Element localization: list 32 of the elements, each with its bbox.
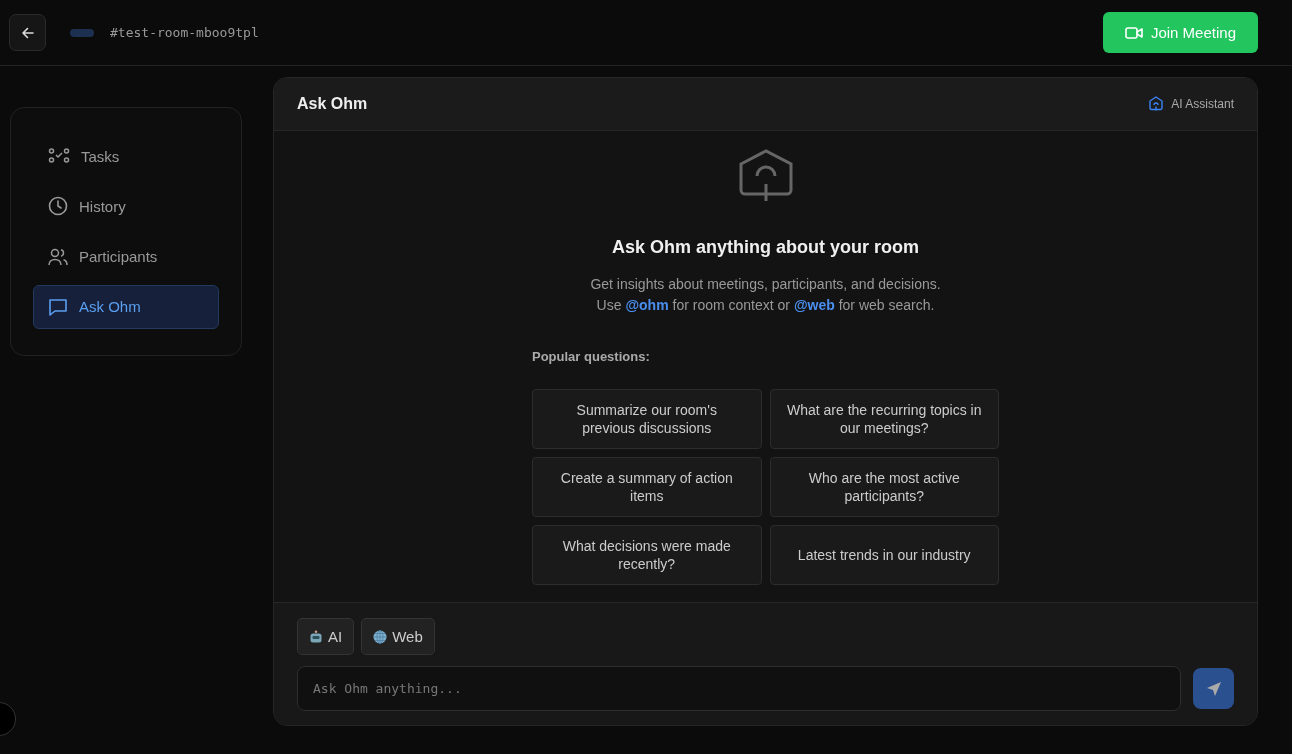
send-button[interactable] <box>1193 668 1234 709</box>
suggested-question[interactable]: What decisions were made recently? <box>532 525 762 585</box>
room-name: #test-room-mboo9tpl <box>110 25 259 40</box>
description-text: Get insights about meetings, participants, and decisions. <box>590 276 941 292</box>
back-button[interactable] <box>9 14 46 51</box>
sidebar-item[interactable]: Tasks <box>33 134 219 179</box>
panel-title: Ask Ohm <box>297 95 369 113</box>
sidebar-item[interactable]: Ask Ohm <box>33 284 219 329</box>
mode-chip[interactable]: AI <box>297 618 355 655</box>
suggested-question[interactable]: Latest trends in our industry <box>769 525 999 585</box>
video-camera-icon <box>1124 25 1143 40</box>
sidebar-item[interactable]: History <box>33 184 219 229</box>
chat-icon <box>48 296 68 317</box>
suggested-question[interactable]: Summarize our room's previous discussions <box>532 389 762 449</box>
suggested-question[interactable]: Who are the most active participants? <box>769 457 999 517</box>
empty-state-heading: Ask Ohm anything about your room <box>612 237 919 258</box>
sidebar-item[interactable]: Participants <box>33 234 219 279</box>
popular-questions-label: Popular questions: <box>532 349 650 364</box>
mode-chip[interactable]: Web <box>361 618 435 655</box>
clock-icon <box>48 196 68 217</box>
status-pill <box>70 28 94 37</box>
robot-icon <box>309 629 323 644</box>
assistant-label: AI Assistant <box>1171 97 1234 111</box>
message-input[interactable]: Ask Ohm anything... <box>297 666 1181 711</box>
send-icon <box>1205 680 1222 697</box>
suggested-question[interactable]: Create a summary of action items <box>532 457 762 517</box>
house-icon <box>1148 96 1165 112</box>
house-icon <box>737 149 794 203</box>
globe-icon <box>373 629 388 644</box>
users-icon <box>48 247 68 266</box>
description-text: Use @ohm for room context or @web for web search. <box>596 297 935 313</box>
suggested-question[interactable]: What are the recurring topics in our meetings? <box>769 389 999 449</box>
